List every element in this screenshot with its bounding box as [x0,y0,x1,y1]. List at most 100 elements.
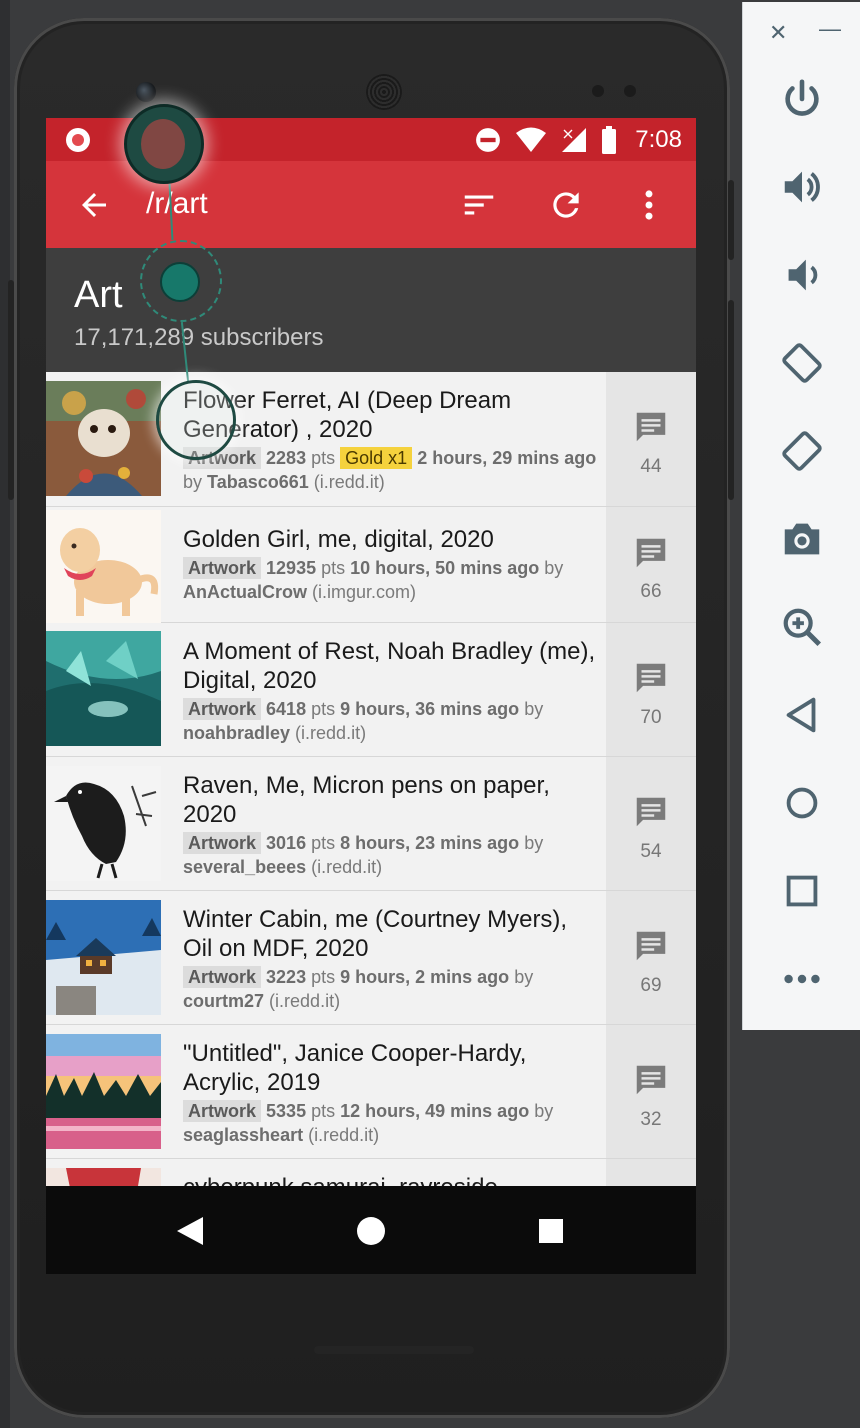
post-points: 3223 [266,967,307,987]
comment-icon [636,412,666,442]
proximity-sensor [592,85,604,97]
rotate-right-icon[interactable] [779,428,825,474]
post-domain: (i.redd.it) [295,723,367,743]
post-author[interactable]: courtm27 [183,991,264,1011]
post-thumbnail[interactable] [46,381,161,496]
post-flair: Artwork [183,966,262,988]
more-vert-icon[interactable] [630,186,668,224]
post-title[interactable]: Raven, Me, Micron pens on paper, 2020 [183,771,603,829]
by-label: by [514,967,534,987]
by-label: by [524,833,544,853]
post-title[interactable]: Golden Girl, me, digital, 2020 [183,525,603,554]
points-label: pts [311,448,336,468]
post-time: 8 hours, 23 mins ago [340,833,520,853]
post-item[interactable]: Winter Cabin, me (Courtney Myers), Oil o… [46,891,696,1025]
nav-recents-icon[interactable] [538,1218,564,1244]
post-time: 10 hours, 50 mins ago [350,558,540,578]
points-label: pts [311,1101,336,1121]
post-thumbnail[interactable] [46,900,161,1015]
by-label: by [183,472,203,492]
minimize-icon[interactable]: — [819,16,841,42]
camera-icon[interactable] [779,516,825,562]
post-domain: (i.redd.it) [308,1125,380,1145]
record-notification-icon [66,128,90,152]
comments-button[interactable]: 44 [606,372,696,506]
subscriber-count: 17,171,289 subscribers [74,324,324,351]
post-flair: Artwork [183,1100,262,1122]
post-domain: (i.redd.it) [311,857,383,877]
post-author[interactable]: noahbradley [183,723,290,743]
device-volume-rocker [728,300,734,500]
post-item[interactable]: Flower Ferret, AI (Deep Dream Generator)… [46,372,696,507]
desktop-background [0,0,10,1428]
post-title[interactable]: Flower Ferret, AI (Deep Dream Generator)… [183,386,603,444]
nav-home-icon[interactable] [356,1216,386,1246]
post-item[interactable]: "Untitled", Janice Cooper-Hardy, Acrylic… [46,1025,696,1159]
home-circle-icon[interactable] [779,780,825,826]
points-label: pts [311,967,336,987]
system-nav-bar [46,1186,696,1274]
post-item[interactable]: A Moment of Rest, Noah Bradley (me), Dig… [46,623,696,757]
post-points: 12935 [266,558,317,578]
rotate-left-icon[interactable] [779,340,825,386]
post-thumbnail[interactable] [46,766,161,881]
bottom-speaker [314,1346,474,1354]
comment-count: 70 [640,707,662,728]
do-not-disturb-icon [476,128,501,152]
close-icon[interactable]: ✕ [769,20,787,46]
nav-back-icon[interactable] [176,1216,204,1246]
arrow-left-icon[interactable] [76,187,112,223]
comments-button[interactable]: 32 [606,1025,696,1158]
more-horiz-icon[interactable] [779,956,825,1002]
post-thumbnail[interactable] [46,1034,161,1149]
post-meta: Artwork 12935 pts 10 hours, 50 mins ago … [183,556,603,604]
post-list[interactable]: Flower Ferret, AI (Deep Dream Generator)… [46,372,696,1274]
emulator-toolbar: ✕ — [742,2,860,1030]
post-author[interactable]: Tabasco661 [207,472,309,492]
page-title: /r/art [146,187,208,220]
touch-indicator-point [160,262,200,302]
post-points: 6418 [266,699,307,719]
by-label: by [534,1101,554,1121]
gold-badge: Gold x1 [340,447,413,469]
touch-indicator-end [156,380,236,460]
post-author[interactable]: AnActualCrow [183,582,307,602]
power-icon[interactable] [779,76,825,122]
volume-up-icon[interactable] [779,164,825,210]
post-flair: Artwork [183,698,262,720]
post-meta: Artwork 3016 pts 8 hours, 23 mins ago by… [183,831,603,879]
post-flair: Artwork [183,832,262,854]
post-author[interactable]: several_beees [183,857,306,877]
comments-button[interactable]: 70 [606,623,696,756]
refresh-icon[interactable] [547,186,585,224]
volume-down-icon[interactable] [779,252,825,298]
post-item[interactable]: Golden Girl, me, digital, 2020 Artwork 1… [46,507,696,625]
comment-count: 44 [640,456,662,477]
post-author[interactable]: seaglassheart [183,1125,303,1145]
sort-icon[interactable] [460,186,498,224]
comments-button[interactable]: 66 [606,507,696,622]
zoom-icon[interactable] [779,604,825,650]
post-meta: Artwork 3223 pts 9 hours, 2 mins ago by … [183,965,603,1013]
overview-square-icon[interactable] [779,868,825,914]
comment-count: 54 [640,841,662,862]
device-side-button [8,280,14,500]
post-title[interactable]: "Untitled", Janice Cooper-Hardy, Acrylic… [183,1039,603,1097]
post-meta: Artwork 6418 pts 9 hours, 36 mins ago by… [183,697,603,745]
back-triangle-icon[interactable] [779,692,825,738]
post-title[interactable]: A Moment of Rest, Noah Bradley (me), Dig… [183,637,603,695]
post-points: 5335 [266,1101,307,1121]
post-thumbnail[interactable] [46,631,161,746]
touch-indicator-start [124,104,204,184]
points-label: pts [311,833,336,853]
post-flair: Artwork [183,557,262,579]
comments-button[interactable]: 54 [606,757,696,890]
post-thumbnail[interactable] [46,510,161,625]
comment-count: 66 [640,581,662,602]
points-label: pts [311,699,336,719]
by-label: by [524,699,544,719]
comments-button[interactable]: 69 [606,891,696,1024]
post-title[interactable]: Winter Cabin, me (Courtney Myers), Oil o… [183,905,603,963]
wifi-icon [516,127,547,152]
post-item[interactable]: Raven, Me, Micron pens on paper, 2020 Ar… [46,757,696,891]
